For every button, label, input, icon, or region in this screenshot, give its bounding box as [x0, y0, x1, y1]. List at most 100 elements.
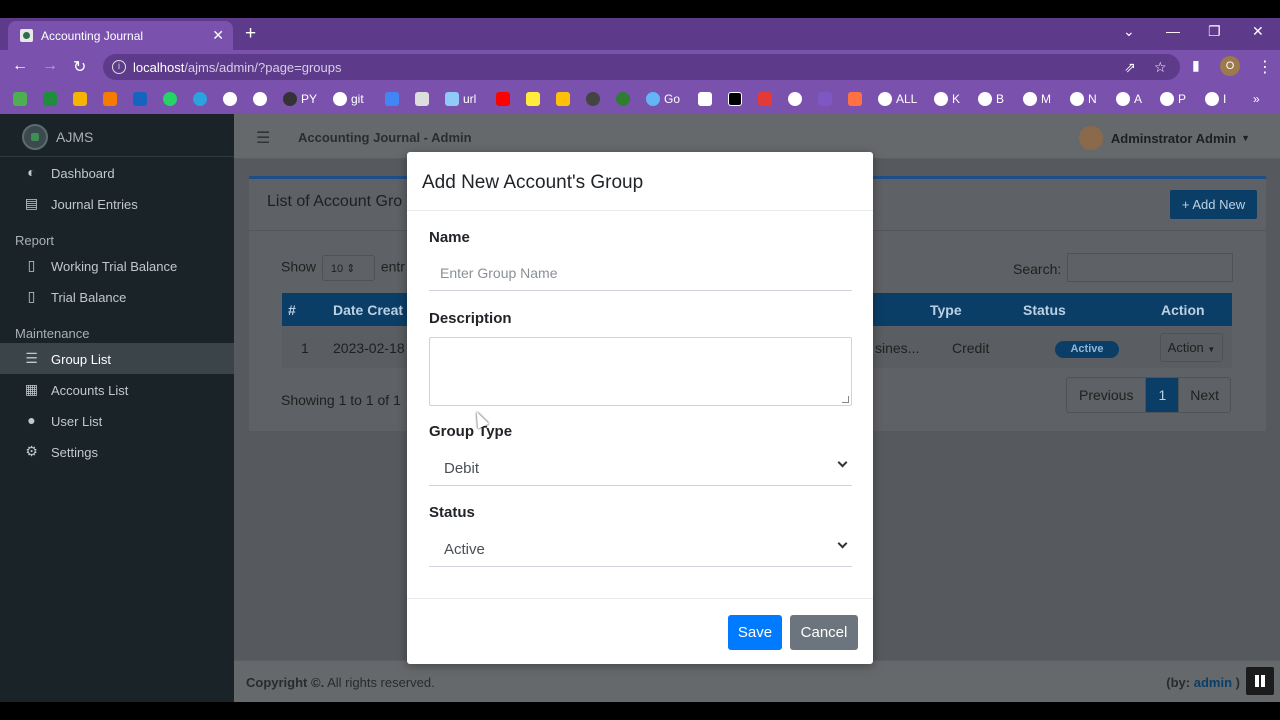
browser-tab[interactable]: Accounting Journal ✕	[8, 21, 233, 50]
bookmark-icon[interactable]	[728, 91, 746, 107]
reload-icon[interactable]: ↻	[73, 57, 86, 77]
close-window-button[interactable]: ✕	[1252, 23, 1264, 40]
new-tab-button[interactable]: +	[245, 23, 256, 45]
cell-type: Credit	[952, 340, 990, 356]
bookmark-icon[interactable]	[103, 91, 121, 107]
bookmark-i[interactable]: I	[1205, 91, 1226, 107]
bookmark-icon[interactable]	[616, 91, 634, 107]
bookmark-go[interactable]: Go	[646, 91, 680, 107]
forward-icon[interactable]: →	[42, 57, 58, 75]
bookmark-icon[interactable]	[526, 91, 544, 107]
bookmark-n[interactable]: N	[1070, 91, 1097, 107]
sidebar-item-user-list[interactable]: ● User List	[0, 405, 234, 436]
bookmark-icon[interactable]	[133, 91, 151, 107]
bookmark-icon[interactable]	[586, 91, 604, 107]
copyright-text: Copyright ©. All rights reserved.	[246, 675, 435, 690]
google-icon[interactable]	[253, 91, 271, 107]
bookmark-py[interactable]: PY	[283, 91, 317, 107]
sidepanel-icon[interactable]: ▮	[1192, 57, 1200, 74]
back-icon[interactable]: ←	[12, 57, 28, 75]
sidebar-item-working-trial-balance[interactable]: ▯ Working Trial Balance	[0, 250, 234, 281]
profile-avatar[interactable]: O	[1220, 56, 1240, 76]
sidebar-item-journal-entries[interactable]: ▤ Journal Entries	[0, 188, 234, 219]
chevron-down-icon	[837, 538, 848, 549]
group-type-value: Debit	[444, 460, 480, 477]
bookmark-icon[interactable]	[43, 91, 61, 107]
bookmark-icon[interactable]	[848, 91, 866, 107]
sidebar-item-label: Settings	[51, 445, 98, 460]
more-bookmarks-icon[interactable]: »	[1253, 91, 1260, 107]
telegram-icon[interactable]	[193, 91, 211, 107]
tab-close-icon[interactable]: ✕	[212, 27, 224, 44]
cancel-button[interactable]: Cancel	[790, 615, 858, 650]
resize-handle-icon[interactable]	[842, 396, 849, 403]
page-length-select[interactable]: 10 ⇕	[321, 255, 375, 281]
column-header-action[interactable]: Action	[1161, 302, 1205, 318]
cell-date: 2023-02-18	[333, 340, 405, 356]
bookmark-git[interactable]: git	[333, 91, 364, 107]
bookmark-a[interactable]: A	[1116, 91, 1142, 107]
description-textarea[interactable]	[429, 337, 852, 406]
sidebar-item-dashboard[interactable]: ◐ Dashboard	[0, 157, 234, 188]
sidebar-item-label: Working Trial Balance	[51, 259, 178, 274]
page-1-button[interactable]: 1	[1146, 378, 1179, 412]
next-page-button[interactable]: Next	[1178, 378, 1230, 412]
previous-page-button[interactable]: Previous	[1067, 378, 1147, 412]
bookmark-icon[interactable]	[385, 91, 403, 107]
group-type-label: Group Type	[429, 423, 513, 440]
add-new-button[interactable]: + Add New	[1170, 190, 1257, 219]
bookmark-m[interactable]: M	[1023, 91, 1051, 107]
bookmark-url[interactable]: url	[445, 91, 476, 107]
group-type-select[interactable]: Debit	[429, 450, 852, 486]
status-select[interactable]: Active	[429, 531, 852, 567]
sidebar-item-group-list[interactable]: ☰ Group List	[0, 343, 234, 374]
admin-link[interactable]: admin	[1194, 675, 1232, 690]
column-header-type[interactable]: Type	[930, 302, 962, 318]
bookmark-icon[interactable]	[698, 91, 716, 107]
share-icon[interactable]: ⇗	[1124, 59, 1136, 76]
pause-icon[interactable]	[1246, 667, 1274, 695]
pagination: Previous 1 Next	[1066, 377, 1232, 413]
site-info-icon[interactable]: i	[112, 60, 126, 74]
google-icon[interactable]	[788, 91, 806, 107]
bookmark-icon[interactable]	[758, 91, 776, 107]
restore-button[interactable]: ❐	[1208, 23, 1221, 40]
user-menu[interactable]: Adminstrator Admin ▼	[1078, 126, 1250, 150]
search-input[interactable]	[1067, 253, 1233, 282]
google-icon[interactable]	[223, 91, 241, 107]
modal-title: Add New Account's Group	[422, 172, 644, 193]
sidebar-item-label: Dashboard	[51, 166, 115, 181]
book-icon: ▤	[24, 195, 39, 211]
bookmark-icon[interactable]	[73, 91, 91, 107]
minimize-button[interactable]: —	[1166, 23, 1180, 39]
youtube-icon[interactable]	[496, 91, 514, 107]
save-button[interactable]: Save	[728, 615, 782, 650]
brand[interactable]: AJMS	[0, 114, 234, 157]
bookmark-k[interactable]: K	[934, 91, 960, 107]
column-header-status[interactable]: Status	[1023, 302, 1066, 318]
gears-icon: ⚙	[25, 443, 38, 459]
bookmark-icon[interactable]	[818, 91, 836, 107]
file-icon: ▯	[27, 288, 36, 304]
sidebar-item-trial-balance[interactable]: ▯ Trial Balance	[0, 281, 234, 312]
bookmark-b[interactable]: B	[978, 91, 1004, 107]
hamburger-icon[interactable]: ☰	[256, 128, 270, 148]
bookmark-icon[interactable]	[415, 91, 433, 107]
column-header-number[interactable]: #	[288, 302, 296, 318]
menu-icon[interactable]: ⋮	[1257, 57, 1273, 77]
bookmark-p[interactable]: P	[1160, 91, 1186, 107]
group-name-input[interactable]	[429, 255, 852, 291]
column-header-date-created[interactable]: Date Creat	[333, 302, 403, 318]
bookmark-all[interactable]: ALL	[878, 91, 917, 107]
tab-search-icon[interactable]: ⌄	[1123, 23, 1135, 40]
bookmark-star-icon[interactable]: ☆	[1154, 59, 1167, 76]
search-label: Search:	[1013, 261, 1062, 277]
sidebar-item-accounts-list[interactable]: ▦ Accounts List	[0, 374, 234, 405]
action-dropdown-button[interactable]: Action ▼	[1160, 333, 1223, 362]
file-icon: ▯	[27, 257, 36, 273]
sidebar-item-settings[interactable]: ⚙ Settings	[0, 436, 234, 467]
bookmark-icon[interactable]	[13, 91, 31, 107]
bookmark-icon[interactable]	[556, 91, 574, 107]
address-bar[interactable]: i localhost/ajms/admin/?page=groups ⇗ ☆	[103, 54, 1180, 80]
whatsapp-icon[interactable]	[163, 91, 181, 107]
